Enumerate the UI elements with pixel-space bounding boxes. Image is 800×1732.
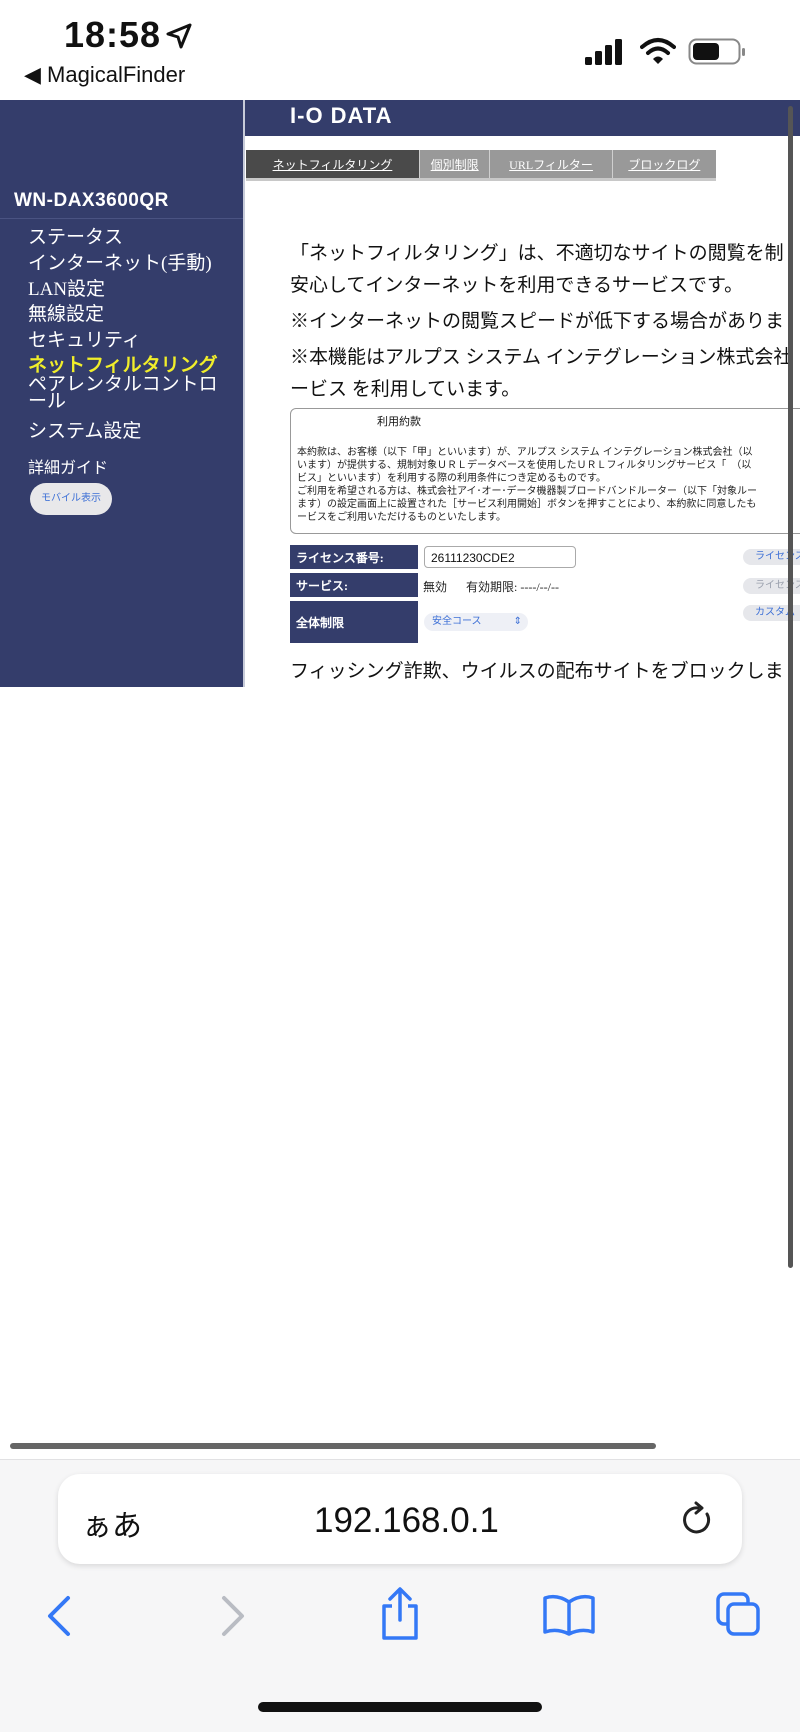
reload-icon[interactable] bbox=[680, 1500, 714, 1538]
sidebar-item-wireless-settings[interactable]: 無線設定 bbox=[28, 299, 104, 326]
share-icon[interactable] bbox=[378, 1586, 422, 1642]
page-settings-button[interactable]: ぁあ bbox=[82, 1501, 142, 1545]
home-indicator[interactable] bbox=[258, 1702, 542, 1712]
tab-block-log[interactable]: ブロックログ bbox=[613, 150, 716, 178]
note-provider-2: ービス を利用しています。 bbox=[290, 379, 521, 400]
location-arrow-icon bbox=[166, 23, 192, 49]
brand-logo: I-O DATA bbox=[290, 103, 393, 128]
battery-icon bbox=[688, 38, 745, 65]
status-time: 18:58 bbox=[64, 14, 162, 55]
license-number-label: ライセンス番号: bbox=[290, 545, 418, 569]
signal-icon bbox=[585, 39, 622, 65]
service-status: 無効 bbox=[423, 580, 448, 594]
vertical-scrollbar[interactable] bbox=[788, 106, 793, 1268]
course-select[interactable]: 安全コース ⇕ bbox=[424, 613, 528, 631]
wifi-icon bbox=[640, 38, 676, 64]
terms-line: ービスをご利用いただけるものといたします。 bbox=[297, 512, 506, 523]
horizontal-scrollbar[interactable] bbox=[10, 1443, 656, 1449]
back-to-app-link[interactable]: ◀ MagicalFinder bbox=[24, 62, 185, 88]
terms-of-use-box[interactable]: 利用約款 本約款は、お客様（以下「甲」といいます）が、アルプス システム インテ… bbox=[290, 408, 800, 534]
bookmarks-icon[interactable] bbox=[542, 1592, 596, 1636]
expiry-date: 有効期限: ----/--/-- bbox=[466, 580, 559, 594]
note-provider-1: ※本機能はアルプス システム インテグレーション株式会社 bbox=[290, 347, 793, 368]
mobile-view-button[interactable]: モバイル表示 bbox=[30, 483, 112, 515]
forward-icon[interactable] bbox=[218, 1594, 248, 1638]
sidebar-item-internet-manual[interactable]: インターネット(手動) bbox=[28, 248, 212, 275]
intro-line-1: 「ネットフィルタリング」は、不適切なサイトの閲覧を制 bbox=[290, 243, 784, 264]
overall-limit-label: 全体制限 bbox=[290, 601, 418, 643]
intro-line-2: 安心してインターネットを利用できるサービスです。 bbox=[290, 275, 744, 296]
tab-url-filter[interactable]: URLフィルター bbox=[490, 150, 613, 178]
sidebar-item-lan-settings[interactable]: LAN設定 bbox=[28, 274, 105, 301]
note-speed: ※インターネットの閲覧スピードが低下する場合がありま bbox=[290, 311, 785, 332]
sidebar-divider bbox=[0, 218, 243, 219]
license-number-input[interactable]: 26111230CDE2 bbox=[424, 546, 576, 568]
sidebar-item-net-filtering[interactable]: ネットフィルタリング bbox=[28, 350, 218, 377]
terms-title: 利用約款 bbox=[377, 415, 421, 428]
sidebar-item-system-settings[interactable]: システム設定 bbox=[28, 416, 141, 443]
tab-bar: ネットフィルタリング 個別制限 URLフィルター ブロックログ bbox=[246, 150, 716, 181]
detail-guide-link[interactable]: 詳細ガイド bbox=[28, 454, 108, 478]
chevron-updown-icon: ⇕ bbox=[513, 616, 522, 627]
sidebar-item-status[interactable]: ステータス bbox=[28, 222, 123, 249]
back-icon[interactable] bbox=[44, 1594, 74, 1638]
tabs-icon[interactable] bbox=[714, 1590, 762, 1638]
tab-net-filtering[interactable]: ネットフィルタリング bbox=[246, 150, 420, 178]
tab-individual-limit[interactable]: 個別制限 bbox=[420, 150, 491, 178]
sidebar-item-security[interactable]: セキュリティ bbox=[28, 325, 141, 352]
url-text[interactable]: 192.168.0.1 bbox=[314, 1501, 499, 1541]
service-label: サービス: bbox=[290, 573, 418, 597]
footer-description: フィッシング詐欺、ウイルスの配布サイトをブロックしま bbox=[290, 661, 784, 682]
router-model-name: WN-DAX3600QR bbox=[14, 190, 169, 211]
course-select-value: 安全コース bbox=[432, 616, 482, 627]
sidebar-item-parental-control[interactable]: ペアレンタルコントロール bbox=[28, 375, 228, 411]
